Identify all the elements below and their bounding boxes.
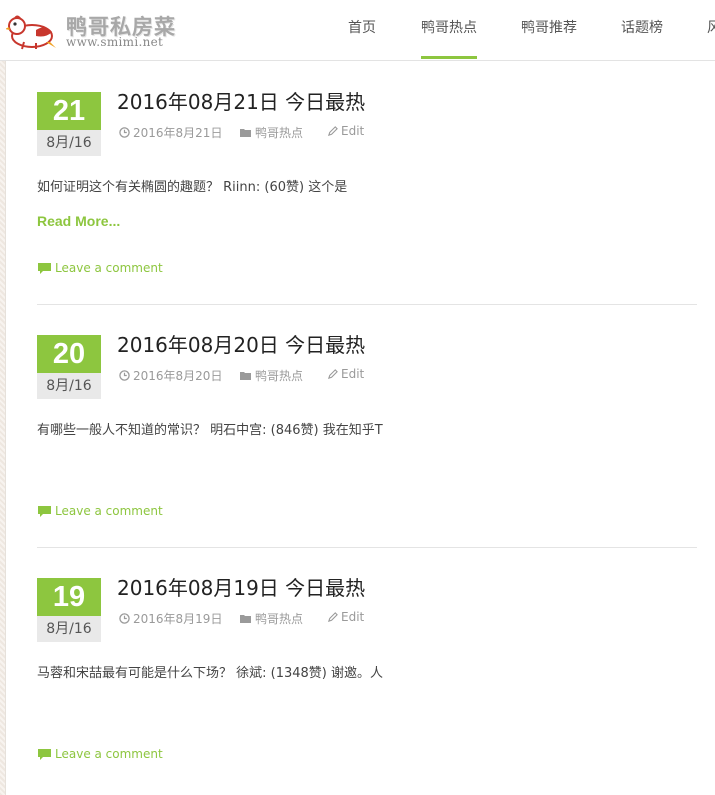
pencil-icon [327,125,338,136]
date-badge: 19 8月/16 [37,578,101,642]
nav-item-more[interactable]: 风 [707,0,715,61]
speech-bubble-icon [38,505,51,517]
post-excerpt: 如何证明这个有关椭圆的趣题？ Riinn: (60赞) 这个是 [37,180,348,195]
post-divider [37,304,697,305]
post-title[interactable]: 2016年08月21日 今日最热 [117,86,365,115]
comment-label: Leave a comment [55,747,163,761]
post-category-link[interactable]: 鸭哥热点 [240,610,303,627]
post-category: 鸭哥热点 [255,369,304,383]
clock-icon [119,370,130,381]
nav-item-topics[interactable]: 话题榜 [621,0,663,61]
leave-comment-link[interactable]: Leave a comment [38,261,163,275]
post-excerpt: 有哪些一般人不知道的常识？ 明石中宫: (846赞) 我在知乎T [37,423,383,438]
nav-item-recommend[interactable]: 鸭哥推荐 [521,0,577,61]
comment-label: Leave a comment [55,504,163,518]
leave-comment-link[interactable]: Leave a comment [38,504,163,518]
nav-active-indicator [421,56,477,59]
post-edit-link[interactable]: Edit [327,610,364,624]
post-title[interactable]: 2016年08月20日 今日最热 [117,329,365,358]
date-day: 19 [37,578,101,616]
post-title[interactable]: 2016年08月19日 今日最热 [117,572,365,601]
date-month: 8月/16 [37,373,101,399]
post-category-link[interactable]: 鸭哥热点 [240,124,303,141]
comment-label: Leave a comment [55,261,163,275]
read-more-link[interactable]: Read More... [37,213,120,229]
clock-icon [119,613,130,624]
post-date: 2016年8月20日 [133,369,223,383]
date-month: 8月/16 [37,616,101,642]
post-edit-link[interactable]: Edit [327,124,364,138]
post-date: 2016年8月21日 [133,126,223,140]
post-date: 2016年8月19日 [133,612,223,626]
clock-icon [119,127,130,138]
pencil-icon [327,611,338,622]
date-month: 8月/16 [37,130,101,156]
folder-icon [240,128,251,137]
folder-icon [240,614,251,623]
site-header: 鸭哥私房菜 www.smimi.net 首页 鸭哥热点 鸭哥推荐 话题榜 风 [0,0,715,61]
page: 鸭哥私房菜 www.smimi.net 首页 鸭哥热点 鸭哥推荐 话题榜 风 2… [0,0,715,795]
nav-item-hot[interactable]: 鸭哥热点 [421,0,477,61]
nav-item-home[interactable]: 首页 [348,0,376,61]
post-category-link[interactable]: 鸭哥热点 [240,367,303,384]
date-day: 21 [37,92,101,130]
post-edit: Edit [341,610,365,624]
leave-comment-link[interactable]: Leave a comment [38,747,163,761]
post-category: 鸭哥热点 [255,612,304,626]
post-edit-link[interactable]: Edit [327,367,364,381]
speech-bubble-icon [38,262,51,274]
folder-icon [240,371,251,380]
post-edit: Edit [341,124,365,138]
main-nav: 首页 鸭哥热点 鸭哥推荐 话题榜 风 [0,0,715,61]
date-badge: 20 8月/16 [37,335,101,399]
date-day: 20 [37,335,101,373]
post-date-link[interactable]: 2016年8月21日 [119,124,222,141]
post-excerpt: 马蓉和宋喆最有可能是什么下场？ 徐斌: (1348赞) 谢邀。人 [37,666,384,681]
post-divider [37,547,697,548]
post-category: 鸭哥热点 [255,126,304,140]
date-badge: 21 8月/16 [37,92,101,156]
side-texture-strip [0,61,6,795]
post-date-link[interactable]: 2016年8月19日 [119,610,222,627]
speech-bubble-icon [38,748,51,760]
pencil-icon [327,368,338,379]
post-date-link[interactable]: 2016年8月20日 [119,367,222,384]
post-edit: Edit [341,367,365,381]
